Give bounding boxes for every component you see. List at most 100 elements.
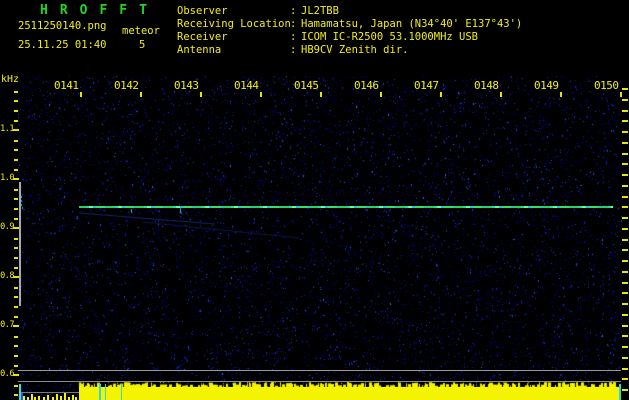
hrofft-window: HROFFT 2511250140.png meteor 25.11.25 01… <box>0 0 629 400</box>
x-tick-mark <box>560 92 562 97</box>
x-tick-mark <box>320 92 322 97</box>
y-tick-label: 0.6 <box>0 369 14 379</box>
x-tick-label: 0145 <box>294 79 319 92</box>
right-edge-tick <box>622 368 628 370</box>
meter-spike <box>64 393 66 400</box>
x-tick-label: 0148 <box>474 79 499 92</box>
y-tick-label: 1.0 <box>0 173 14 183</box>
y-minor-tick <box>14 316 18 318</box>
echo-count: 5 <box>139 39 146 51</box>
x-tick-label: 0150 <box>594 79 619 92</box>
right-edge-tick <box>622 389 628 391</box>
right-edge-tick <box>622 260 628 262</box>
x-tick-label: 0146 <box>354 79 379 92</box>
y-major-tick <box>13 374 19 376</box>
right-edge-tick <box>622 163 628 165</box>
meter-baseline <box>19 392 79 393</box>
y-minor-tick <box>14 394 18 396</box>
right-edge-tick <box>622 131 628 133</box>
y-tick-label: 0.8 <box>0 271 14 281</box>
right-edge-tick <box>622 271 628 273</box>
right-edge-tick <box>622 174 628 176</box>
colon-separator: : <box>290 31 297 43</box>
meter-spike <box>23 396 25 400</box>
right-edge-tick <box>622 357 628 359</box>
y-minor-tick <box>14 208 18 210</box>
meter-separator-line-upper <box>18 370 621 371</box>
info-label: Observer <box>177 5 228 17</box>
right-edge-tick <box>622 378 628 380</box>
colon-separator: : <box>290 44 297 56</box>
y-minor-tick <box>14 140 18 142</box>
x-tick-label: 0147 <box>414 79 439 92</box>
y-minor-tick <box>14 345 18 347</box>
meter-cyan-mark <box>105 384 106 400</box>
y-tick-label: 1.1 <box>0 124 14 134</box>
meter-cyan-mark <box>121 384 122 400</box>
right-edge-tick <box>622 228 628 230</box>
y-minor-tick <box>14 287 18 289</box>
x-tick-mark <box>140 92 142 97</box>
y-minor-tick <box>14 296 18 298</box>
meter-cyan-mark <box>99 384 101 400</box>
right-edge-tick <box>622 292 628 294</box>
x-tick-label: 0143 <box>174 79 199 92</box>
y-minor-tick <box>14 198 18 200</box>
y-minor-tick <box>14 355 18 357</box>
info-value: HB9CV Zenith dir. <box>301 44 409 56</box>
y-minor-tick <box>14 336 18 338</box>
y-minor-tick <box>14 159 18 161</box>
spectrogram-noise-canvas <box>18 76 622 400</box>
right-edge-tick <box>622 196 628 198</box>
output-filename: 2511250140.png <box>18 20 107 32</box>
x-tick-label: 0144 <box>234 79 259 92</box>
y-minor-tick <box>14 100 18 102</box>
y-minor-tick <box>14 306 18 308</box>
x-tick-mark <box>380 92 382 97</box>
right-edge-tick <box>622 239 628 241</box>
info-value: JL2TBB <box>301 5 339 17</box>
colon-separator: : <box>290 5 297 17</box>
right-edge-tick <box>622 153 628 155</box>
meter-cyan-mark <box>619 384 621 400</box>
y-major-tick <box>13 178 19 180</box>
right-edge-tick <box>622 335 628 337</box>
info-value: Hamamatsu, Japan (N34°40' E137°43') <box>301 18 523 30</box>
y-minor-tick <box>14 110 18 112</box>
x-tick-label: 0149 <box>534 79 559 92</box>
info-label: Receiver <box>177 31 228 43</box>
y-tick-label: 0.9 <box>0 222 14 232</box>
right-edge-tick <box>622 325 628 327</box>
meter-spike <box>72 395 74 400</box>
y-minor-tick <box>14 120 18 122</box>
y-minor-tick <box>14 189 18 191</box>
y-minor-tick <box>14 149 18 151</box>
right-edge-tick <box>622 120 628 122</box>
right-edge-tick <box>622 206 628 208</box>
info-label: Receiving Location <box>177 18 291 30</box>
y-axis-unit-label: kHz <box>1 74 20 85</box>
right-edge-tick <box>622 110 628 112</box>
x-tick-label: 0142 <box>114 79 139 92</box>
y-minor-tick <box>14 169 18 171</box>
x-tick-label: 0141 <box>54 79 79 92</box>
x-tick-mark <box>260 92 262 97</box>
y-minor-tick <box>14 365 18 367</box>
right-edge-tick <box>622 88 628 90</box>
right-edge-tick <box>622 314 628 316</box>
signal-meter-saturated-bar <box>79 387 619 400</box>
y-tick-label: 0.7 <box>0 320 14 330</box>
right-edge-tick <box>622 142 628 144</box>
y-minor-tick <box>14 385 18 387</box>
x-tick-mark <box>440 92 442 97</box>
observation-mode-label: meteor <box>122 25 160 37</box>
info-value: ICOM IC-R2500 53.1000MHz USB <box>301 31 479 43</box>
x-tick-mark <box>620 92 622 97</box>
y-minor-tick <box>14 257 18 259</box>
right-edge-tick <box>622 303 628 305</box>
meter-spike <box>60 396 62 400</box>
detection-band-marker <box>19 182 21 306</box>
info-label: Antenna <box>177 44 222 56</box>
right-edge-tick <box>622 217 628 219</box>
y-minor-tick <box>14 267 18 269</box>
